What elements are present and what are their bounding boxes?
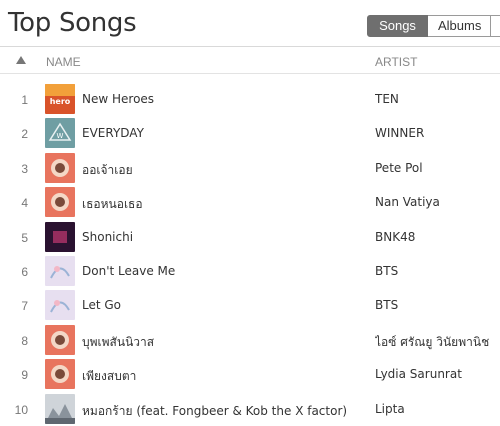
song-row[interactable]: 8 บุพเพสันนิวาส ไอซ์ ศรัณยู วินัยพานิช	[0, 323, 500, 357]
song-list: 1 hero New Heroes TEN 2 W EVERYDAY WINNE…	[0, 82, 500, 426]
column-name[interactable]: NAME	[46, 55, 81, 69]
album-art	[45, 187, 75, 218]
header: Top Songs Songs Albums	[0, 0, 500, 47]
song-artist[interactable]: Lydia Sarunrat	[375, 367, 462, 381]
column-artist[interactable]: ARTIST	[375, 55, 417, 69]
song-row[interactable]: 9 เพียงสบตา Lydia Sarunrat	[0, 357, 500, 391]
song-artist[interactable]: Nan Vatiya	[375, 195, 440, 209]
song-row[interactable]: 1 hero New Heroes TEN	[0, 82, 500, 116]
song-artist[interactable]: Lipta	[375, 402, 405, 416]
song-rank: 8	[21, 333, 28, 348]
song-artist[interactable]: TEN	[375, 92, 399, 106]
song-rank: 1	[21, 93, 28, 107]
album-art	[45, 152, 75, 183]
album-art: W	[45, 118, 75, 149]
song-row[interactable]: 7 Let Go BTS	[0, 288, 500, 322]
song-title[interactable]: บุพเพสันนิวาส	[82, 333, 154, 352]
svg-text:hero: hero	[50, 97, 71, 106]
song-artist[interactable]: WINNER	[375, 126, 424, 140]
album-art	[45, 221, 75, 252]
song-row[interactable]: 2 W EVERYDAY WINNER	[0, 116, 500, 150]
album-art	[45, 359, 75, 390]
song-title[interactable]: New Heroes	[82, 92, 154, 106]
song-title[interactable]: Shonichi	[82, 230, 133, 244]
song-rank: 4	[21, 196, 28, 211]
album-art: hero	[45, 84, 75, 114]
song-title[interactable]: เธอหนอเธอ	[82, 195, 143, 214]
song-title[interactable]: Let Go	[82, 298, 121, 312]
song-row[interactable]: 6 Don't Leave Me BTS	[0, 254, 500, 288]
song-title[interactable]: ออเจ้าเอย	[82, 161, 133, 180]
song-rank: 2	[21, 127, 28, 142]
column-header: NAME ARTIST	[0, 47, 500, 74]
tab-more[interactable]	[491, 15, 500, 37]
song-rank: 3	[21, 161, 28, 176]
song-artist[interactable]: BNK48	[375, 230, 415, 244]
song-row[interactable]: 3 ออเจ้าเอย Pete Pol	[0, 151, 500, 185]
song-title[interactable]: Don't Leave Me	[82, 264, 175, 278]
song-row[interactable]: 5 Shonichi BNK48	[0, 220, 500, 254]
song-row[interactable]: 10 หมอกร้าย (feat. Fongbeer & Kob the X …	[0, 392, 500, 426]
song-title[interactable]: เพียงสบตา	[82, 367, 136, 386]
song-rank: 6	[21, 264, 28, 279]
sort-ascending-icon[interactable]	[16, 56, 26, 64]
tab-albums[interactable]: Albums	[428, 15, 491, 37]
album-art	[45, 255, 75, 286]
album-art	[45, 290, 75, 321]
song-row[interactable]: 4 เธอหนอเธอ Nan Vatiya	[0, 185, 500, 219]
song-title[interactable]: หมอกร้าย (feat. Fongbeer & Kob the X fac…	[82, 402, 347, 421]
svg-text:W: W	[57, 132, 64, 140]
album-art	[45, 393, 75, 424]
song-artist[interactable]: BTS	[375, 264, 398, 278]
song-rank: 10	[14, 402, 28, 417]
view-switcher: Songs Albums	[367, 15, 500, 37]
page-title: Top Songs	[8, 8, 137, 38]
tab-songs[interactable]: Songs	[367, 15, 428, 37]
album-art	[45, 324, 75, 355]
song-title[interactable]: EVERYDAY	[82, 126, 144, 140]
song-rank: 5	[21, 230, 28, 245]
song-rank: 7	[21, 299, 28, 314]
song-artist[interactable]: BTS	[375, 298, 398, 312]
song-rank: 9	[21, 368, 28, 383]
song-artist[interactable]: ไอซ์ ศรัณยู วินัยพานิช	[375, 333, 489, 352]
song-artist[interactable]: Pete Pol	[375, 161, 423, 175]
